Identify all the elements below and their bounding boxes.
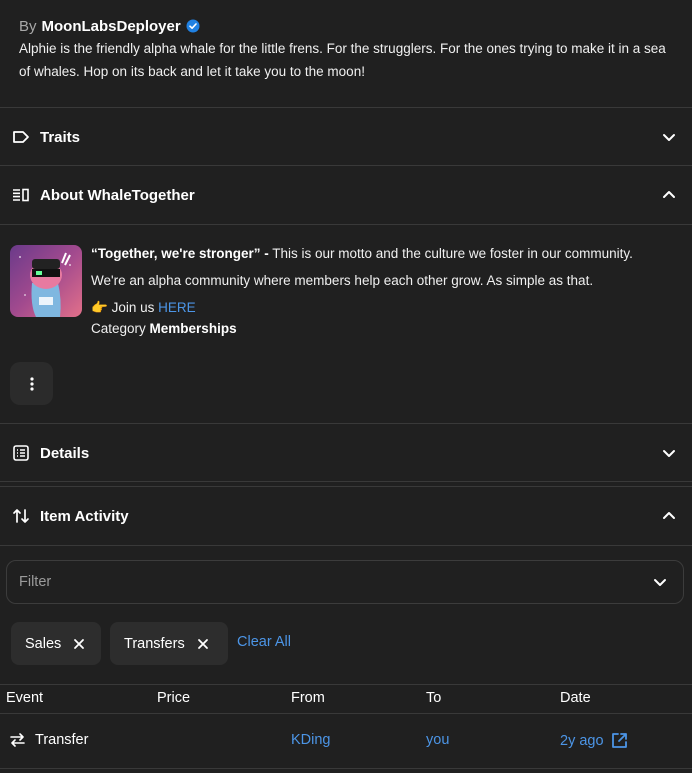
- chevron-up-icon: [662, 188, 676, 202]
- list-icon: [12, 186, 30, 204]
- table-row-to-link[interactable]: you: [426, 732, 449, 748]
- external-link-icon: [611, 732, 628, 749]
- tag-icon: [12, 128, 30, 146]
- about-motto-rest: This is our motto and the culture we fos…: [268, 246, 633, 261]
- chevron-down-icon: [653, 575, 667, 589]
- section-traits-header[interactable]: Traits: [0, 108, 692, 166]
- column-header-from: From: [291, 690, 325, 706]
- table-row-event: Transfer: [10, 732, 88, 748]
- about-join-line: 👉 Join us HERE: [91, 296, 681, 317]
- section-activity-title: Item Activity: [40, 507, 129, 525]
- chip-label: Sales: [25, 635, 62, 652]
- vertical-dots-icon: [29, 376, 34, 391]
- category-label: Category: [91, 321, 146, 336]
- creator-link[interactable]: MoonLabsDeployer: [42, 18, 181, 35]
- section-details-title: Details: [40, 444, 90, 462]
- column-header-event: Event: [6, 690, 44, 706]
- chip-label: Transfers: [124, 635, 185, 652]
- divider: [0, 481, 692, 482]
- close-icon[interactable]: [73, 638, 85, 650]
- close-icon[interactable]: [197, 638, 209, 650]
- activity-filter-dropdown[interactable]: Filter: [6, 560, 684, 604]
- divider: [0, 713, 692, 714]
- about-motto: “Together, we're stronger” -: [91, 246, 269, 261]
- about-line-2: We're an alpha community where members h…: [91, 273, 594, 288]
- table-row-from-link[interactable]: KDing: [291, 732, 331, 748]
- divider: [0, 768, 692, 769]
- filter-chip-transfers[interactable]: Transfers: [110, 622, 228, 665]
- section-traits-title: Traits: [40, 128, 81, 146]
- divider: [0, 684, 692, 685]
- about-motto-line: “Together, we're stronger” - This is our…: [91, 242, 681, 269]
- details-icon: [12, 444, 30, 462]
- section-about-title: About WhaleTogether: [40, 186, 195, 204]
- category-value: Memberships: [149, 321, 237, 336]
- chevron-up-icon: [662, 509, 676, 523]
- more-options-button[interactable]: [10, 362, 53, 405]
- section-details-header[interactable]: Details: [0, 424, 692, 482]
- table-row-date-link[interactable]: 2y ago: [560, 732, 628, 749]
- transfer-icon: [10, 733, 25, 747]
- filter-placeholder: Filter: [19, 574, 52, 590]
- column-header-date: Date: [560, 690, 591, 706]
- column-header-to: To: [426, 690, 442, 706]
- date-label: 2y ago: [560, 732, 604, 749]
- chevron-down-icon: [662, 446, 676, 460]
- creator-byline: By MoonLabsDeployer: [19, 16, 200, 36]
- section-activity-header[interactable]: Item Activity: [0, 487, 692, 545]
- filter-chip-sales[interactable]: Sales: [11, 622, 101, 665]
- verified-badge-icon: [186, 19, 200, 33]
- swap-vertical-icon: [12, 507, 30, 525]
- by-label: By: [19, 17, 37, 35]
- divider: [0, 545, 692, 546]
- join-link[interactable]: HERE: [158, 300, 196, 315]
- event-label: Transfer: [35, 732, 89, 748]
- clear-all-button[interactable]: Clear All: [237, 634, 291, 650]
- pointing-hand-icon: 👉: [91, 300, 108, 315]
- item-description: Alphie is the friendly alpha whale for t…: [19, 41, 666, 79]
- collection-image: [10, 245, 82, 317]
- section-about-header[interactable]: About WhaleTogether: [0, 166, 692, 224]
- category-line: Category Memberships: [91, 317, 681, 338]
- column-header-price: Price: [157, 690, 191, 706]
- divider: [0, 224, 692, 225]
- about-description: “Together, we're stronger” - This is our…: [91, 242, 681, 338]
- join-prefix: Join us: [107, 300, 159, 315]
- chevron-down-icon: [662, 130, 676, 144]
